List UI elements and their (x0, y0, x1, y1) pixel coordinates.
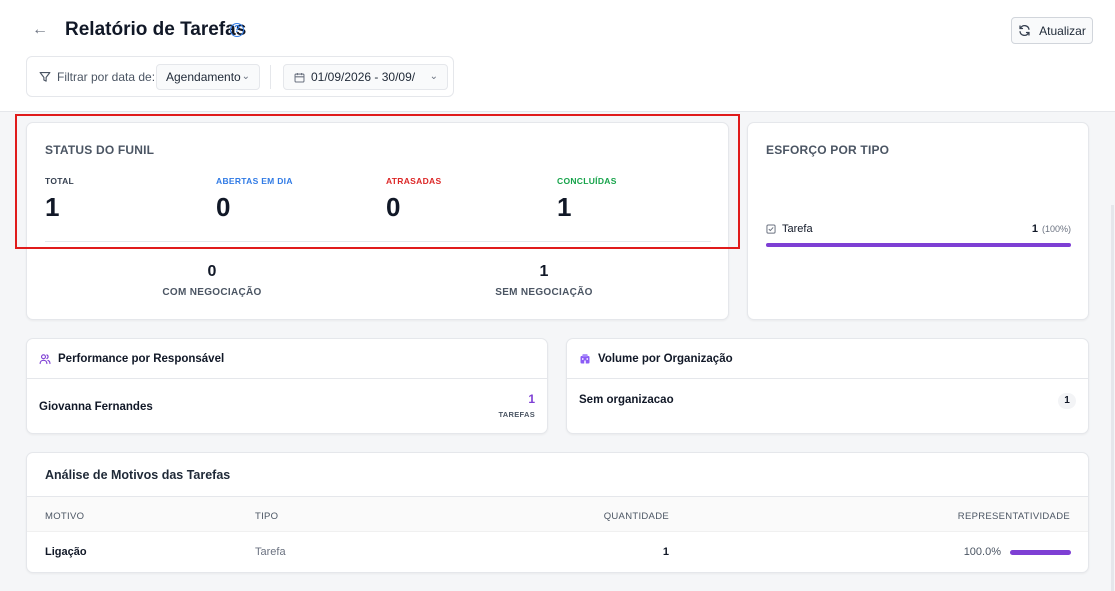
filter-label: Filtrar por data de: (39, 70, 155, 84)
refresh-label: Atualizar (1039, 23, 1086, 38)
organization-name: Sem organizacao (579, 394, 674, 406)
task-count-value: 1 (528, 392, 535, 406)
effort-progress-bar (766, 243, 1071, 247)
chevron-down-icon: ⌄ (241, 71, 250, 82)
cell-representatividade: 100.0% (963, 546, 1001, 558)
representativeness-bar (1010, 550, 1071, 555)
cell-quantidade: 1 (662, 546, 669, 558)
date-field-value: Agendamento (166, 70, 241, 84)
top-bar: ← Relatório de Tarefas ? Atualizar Filtr… (0, 0, 1115, 112)
date-filter-bar: Filtrar por data de: Agendamento ⌄ 01/09… (26, 56, 454, 97)
effort-by-type-card: ESFORÇO POR TIPO Tarefa 1 (100%) (747, 122, 1089, 320)
back-arrow-icon[interactable]: ← (30, 20, 50, 40)
table-header: MOTIVO TIPO QUANTIDADE REPRESENTATIVIDAD… (27, 496, 1088, 532)
date-range-value: 01/09/2026 - 30/09/2026 (311, 70, 415, 84)
stat-value: 0 (207, 263, 217, 280)
date-field-select[interactable]: Agendamento ⌄ (156, 64, 260, 90)
users-icon (39, 353, 51, 364)
cell-motivo: Ligação (45, 546, 87, 558)
refresh-icon (1019, 24, 1030, 37)
effort-count-value: 1 (1031, 223, 1038, 235)
column-header-representatividade: REPRESENTATIVIDADE (957, 511, 1070, 522)
stat-label: COM NEGOCIAÇÃO (162, 287, 262, 298)
checkbox-icon (766, 224, 776, 234)
effort-heading: ESFORÇO POR TIPO (766, 143, 890, 157)
column-header-tipo: TIPO (255, 511, 279, 522)
column-header-motivo: MOTIVO (45, 511, 85, 522)
divider (270, 65, 271, 89)
volume-card: Volume por Organização Sem organizacao 1 (566, 338, 1089, 434)
refresh-button[interactable]: Atualizar (1011, 17, 1093, 44)
performance-card: Performance por Responsável Giovanna Fer… (26, 338, 548, 434)
scrollbar[interactable] (1111, 205, 1114, 591)
performance-header: Performance por Responsável (27, 339, 547, 379)
highlight-box (15, 114, 740, 249)
cell-tipo: Tarefa (255, 546, 286, 558)
responsible-task-count: 1 TAREFAS (498, 392, 535, 419)
stat-value: 1 (539, 263, 549, 280)
page-title: Relatório de Tarefas (65, 19, 247, 40)
volume-heading: Volume por Organização (598, 352, 733, 365)
building-icon (580, 353, 590, 363)
without-negotiation-stat: 1 SEM NEGOCIAÇÃO (454, 263, 634, 298)
effort-name: Tarefa (766, 223, 813, 235)
calendar-icon (294, 72, 305, 82)
stat-label: SEM NEGOCIAÇÃO (495, 287, 593, 298)
help-icon[interactable]: ? (230, 23, 244, 37)
representativeness-fill (1010, 550, 1071, 555)
filter-icon (39, 71, 51, 82)
task-count-label: TAREFAS (498, 410, 535, 419)
effort-progress-fill (766, 243, 1071, 247)
effort-count: 1 (100%) (1032, 223, 1071, 235)
filter-label-text: Filtrar por data de: (57, 70, 156, 84)
analysis-heading: Análise de Motivos das Tarefas (45, 468, 231, 482)
with-negotiation-stat: 0 COM NEGOCIAÇÃO (122, 263, 302, 298)
chevron-down-icon: ⌄ (425, 71, 438, 82)
date-range-picker[interactable]: 01/09/2026 - 30/09/2026 ⌄ (283, 64, 448, 90)
performance-heading: Performance por Responsável (58, 352, 225, 365)
volume-header: Volume por Organização (567, 339, 1088, 379)
effort-name-text: Tarefa (782, 223, 813, 235)
reasons-analysis-card: Análise de Motivos das Tarefas MOTIVO TI… (26, 452, 1089, 573)
responsible-name: Giovanna Fernandes (39, 401, 153, 413)
effort-percent: (100%) (1041, 224, 1071, 234)
organization-count-badge: 1 (1058, 393, 1076, 409)
column-header-quantidade: QUANTIDADE (603, 511, 669, 522)
